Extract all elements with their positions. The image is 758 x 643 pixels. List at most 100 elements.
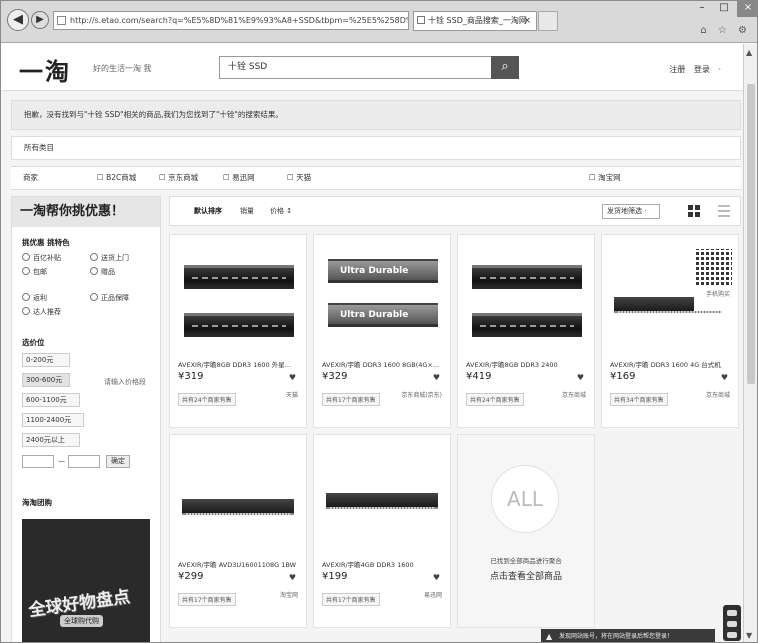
product-name[interactable]: AVEXIR/宇瞻 DDR3 1600 4G 台式机 [610,359,734,369]
product-image[interactable] [322,443,444,551]
product-card[interactable]: AVEXIR/宇瞻8GB DDR3 2400 ¥419 ♥ 共有24个商家有售 … [457,234,595,428]
option-1[interactable]: 百亿补贴 [22,253,61,263]
qr-code-icon[interactable] [696,249,732,285]
price-min-input[interactable] [22,455,54,468]
product-card[interactable]: AVEXIR/宇瞻 AVD3U16001108G 1BW ¥299 ♥ 共有17… [169,434,307,628]
shop-name[interactable]: 易迅网 [424,590,442,599]
page-content: 一淘 好的生活一淘 我 十铨 SSD ⌕ 注册 登录 · 抱歉，没有找到与"十铨… [1,44,745,642]
heart-icon[interactable]: ♥ [721,373,728,382]
price-chip-1[interactable]: 0-200元 [22,353,70,367]
shop-name[interactable]: 淘宝网 [280,590,298,599]
price-max-input[interactable] [68,455,100,468]
scroll-up-icon[interactable]: ▲ [746,48,752,57]
heart-icon[interactable]: ♥ [433,573,440,582]
product-card[interactable]: AVEXIR/宇瞻4GB DDR3 1600 ¥199 ♥ 共有17个商家有售 … [313,434,451,628]
price-chip-5[interactable]: 2400元以上 [22,433,80,447]
minimize-button[interactable]: – [691,1,713,17]
site-logo[interactable]: 一淘 [19,52,71,87]
heart-icon[interactable]: ♥ [289,373,296,382]
product-card[interactable]: Ultra Durable Ultra Durable AVEXIR/宇瞻 DD… [313,234,451,428]
search-input[interactable]: 十铨 SSD [219,56,517,79]
product-name[interactable]: AVEXIR/宇瞻8GB DDR3 2400 [466,359,590,369]
product-price: ¥329 [322,371,348,382]
breadcrumb[interactable]: 所有类目 [11,136,741,160]
maximize-button[interactable]: □ [713,1,735,17]
option-2[interactable]: 送货上门 [90,253,129,263]
back-arrow-icon[interactable]: ◀ [7,9,29,31]
price-chip-3[interactable]: 600-1100元 [22,393,80,407]
seller-count-badge[interactable]: 共有24个商家有售 [178,393,236,406]
address-bar[interactable]: http://s.etao.com/search?q=%E5%8D%81%E9%… [53,11,409,30]
delivery-location-dropdown[interactable]: 发货地筛选 · [602,204,660,219]
tab-current[interactable]: 十铨 SSD_商品搜索_一淘网 × [413,11,537,31]
all-circle[interactable]: ALL [491,465,559,533]
product-card[interactable]: AVEXIR/宇瞻8GB DDR3 1600 外星… ¥319 ♥ 共有24个商… [169,234,307,428]
product-image[interactable] [466,243,588,351]
ad-banner[interactable]: 全球好物盘点 全球购代购 [22,519,150,642]
scrollbar-thumb[interactable] [747,84,755,384]
option-5[interactable]: 返利 [22,293,47,303]
product-image[interactable] [178,243,300,351]
close-button[interactable]: × [737,1,757,17]
sidebar: 一淘帮你挑优惠！ 挑优惠 挑特色 百亿补贴 送货上门 包邮 赠品 返利 正品保障… [11,196,161,642]
view-all-link[interactable]: 点击查看全部商品 [458,569,594,582]
forward-arrow-icon[interactable]: ▶ [31,11,49,29]
heart-icon[interactable]: ♥ [433,373,440,382]
seller-count-badge[interactable]: 共有24个商家有售 [466,393,524,406]
product-name[interactable]: AVEXIR/宇瞻4GB DDR3 1600 [322,559,446,569]
option-3[interactable]: 包邮 [22,267,47,277]
price-go-button[interactable]: 确定 [106,455,130,468]
vertical-scrollbar[interactable]: ▲ ▼ [743,44,757,642]
sort-default[interactable]: 默认排序 [194,197,222,225]
filter-jd[interactable]: ☐ 京东商城 [159,167,198,189]
scroll-down-icon[interactable]: ▼ [746,631,752,640]
price-separator: — [58,457,65,465]
product-card[interactable]: 手机购买 AVEXIR/宇瞻 DDR3 1600 4G 台式机 ¥169 ♥ 共… [601,234,739,428]
list-view-icon[interactable] [718,205,730,217]
heart-icon[interactable]: ♥ [577,373,584,382]
seller-count-badge[interactable]: 共有17个商家有售 [322,393,380,406]
sort-sales[interactable]: 销量 [240,197,254,225]
option-7[interactable]: 达人推荐 [22,307,61,317]
filter-yixun[interactable]: ☐ 易迅网 [223,167,255,189]
sort-price[interactable]: 价格 ↕ [270,197,292,225]
seller-count-badge[interactable]: 共有34个商家有售 [610,393,668,406]
option-4[interactable]: 赠品 [90,267,115,277]
login-link[interactable]: 注册 [669,65,685,74]
seller-count-badge[interactable]: 共有17个商家有售 [322,593,380,606]
shop-name[interactable]: 京东商城 [706,390,730,399]
product-image-label: Ultra Durable [340,266,409,276]
product-price: ¥299 [178,571,204,582]
product-name[interactable]: AVEXIR/宇瞻8GB DDR3 1600 外星… [178,359,302,369]
page-icon [57,16,66,25]
tab-title: 十铨 SSD_商品搜索_一淘网 [428,16,527,25]
login-toast[interactable]: ▲ 发现网站账号，将在网站登录后帮您登录！ [541,629,715,642]
price-custom-link[interactable]: 请输入价格段 [104,377,146,387]
filter-b2c[interactable]: ☐ B2C商城 [97,167,136,189]
browser-tool-icons[interactable]: ⌂ ☆ ⚙ [700,25,751,36]
product-name[interactable]: AVEXIR/宇瞻 DDR3 1600 8GB(4G×... [322,359,446,369]
feedback-widget[interactable] [723,605,741,641]
product-image[interactable]: 手机购买 [610,243,732,351]
product-name[interactable]: AVEXIR/宇瞻 AVD3U16001108G 1BW [178,559,302,569]
product-image[interactable] [178,443,300,551]
filter-tmall[interactable]: ☐ 天猫 [287,167,311,189]
qr-caption: 手机购买 [705,291,730,298]
product-image[interactable]: Ultra Durable Ultra Durable [322,243,444,351]
shop-name[interactable]: 天猫 [286,390,298,399]
filter-taobao[interactable]: ☐ 淘宝网 [589,167,621,189]
tab-close-icon[interactable]: × [523,12,531,30]
heart-icon[interactable]: ♥ [289,573,296,582]
new-tab-button[interactable] [538,11,558,31]
search-icon[interactable]: ⌕ [491,56,519,79]
register-link[interactable]: 登录 · [694,65,721,74]
price-chip-4[interactable]: 1100-2400元 [22,413,84,427]
price-chip-2[interactable]: 300-600元 [22,373,70,387]
seller-count-badge[interactable]: 共有17个商家有售 [178,593,236,606]
shop-name[interactable]: 京东商城 [562,390,586,399]
option-6[interactable]: 正品保障 [90,293,129,303]
user-links: 注册 登录 · [669,64,721,75]
shop-name[interactable]: 京东商城(京东) [401,390,442,399]
grid-view-icon[interactable] [688,205,700,217]
view-all-card[interactable]: ALL 已找到全部商品进行聚合 点击查看全部商品 [457,434,595,628]
